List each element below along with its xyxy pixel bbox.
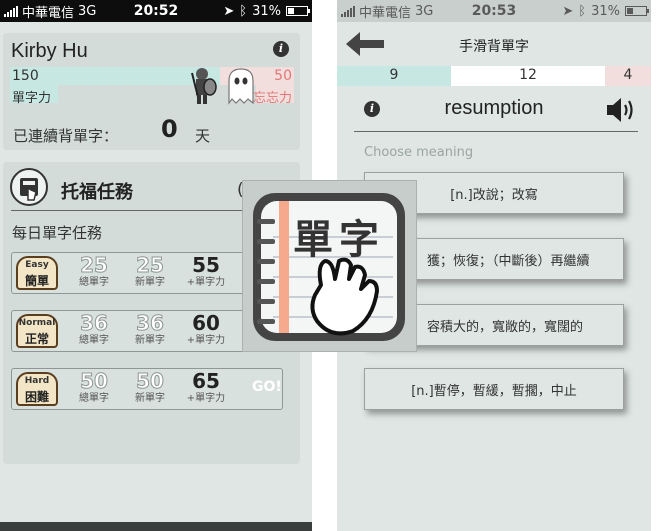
app-icon: 單字 [242, 180, 417, 352]
carrier-label: 中華電信 [22, 5, 75, 21]
power-gain: 55 +單字力 [186, 253, 226, 288]
new-words: 50 新單字 [135, 369, 165, 405]
done-count: 9 [389, 67, 399, 83]
ghost-icon [228, 68, 254, 105]
signal-icon [341, 5, 355, 17]
user-name: Kirby Hu [11, 40, 88, 62]
mission-title: 托福任務 [61, 182, 133, 203]
location-icon: ➤ [562, 3, 574, 19]
bottom-bar [0, 522, 312, 531]
forget-value: 50 [274, 68, 292, 84]
info-icon[interactable]: i [273, 41, 289, 57]
profile-card: Kirby Hu i 150 單字力 50 忘忘力 已連續背單字： 0 天 [3, 33, 300, 150]
status-bar: 中華電信 3G 20:53 ➤ ᛒ 31% [337, 0, 651, 22]
streak-label: 已連續背單字： [13, 127, 119, 145]
vocab-word: resumption [444, 97, 544, 119]
choose-prompt: Choose meaning [364, 145, 474, 160]
power-value: 150 [12, 68, 39, 84]
total-words: 36 總單字 [79, 311, 109, 347]
total-words: 50 總單字 [79, 369, 109, 405]
daily-task-title: 每日單字任務 [12, 224, 103, 242]
speaker-icon[interactable] [605, 96, 637, 124]
forget-label: 忘忘力 [252, 91, 292, 106]
book-tap-icon [10, 168, 48, 206]
new-words: 25 新單字 [135, 253, 165, 289]
battery-icon [625, 6, 649, 16]
streak-unit: 天 [195, 127, 211, 145]
session-progress: 9 12 4 [337, 66, 651, 86]
divider [11, 210, 261, 211]
go-button[interactable]: GO! [252, 379, 282, 395]
bluetooth-icon: ᛒ [239, 3, 248, 19]
power-gain: 65 +單字力 [186, 369, 226, 404]
bread-icon: Hard 困難 [16, 372, 58, 406]
battery-percent: 31% [252, 3, 281, 19]
bread-icon: Normal 正常 [16, 314, 58, 348]
app-icon-text: 單字 [293, 217, 385, 263]
location-icon: ➤ [223, 3, 235, 19]
total-words: 25 總單字 [79, 253, 109, 289]
bread-icon: Easy 簡單 [16, 256, 58, 290]
bluetooth-icon: ᛒ [578, 3, 587, 19]
knight-icon [191, 68, 217, 104]
streak-value: 0 [161, 115, 178, 143]
battery-percent: 31% [591, 3, 620, 19]
nav-bar: 手滑背單字 [337, 22, 651, 66]
power-bar: 150 單字力 50 忘忘力 [10, 67, 294, 106]
network-label: 3G [415, 3, 434, 19]
status-bar: 中華電信 3G 20:52 ➤ ᛒ 31% [0, 0, 312, 22]
network-label: 3G [78, 3, 97, 19]
battery-icon [286, 6, 310, 16]
power-gain: 60 +單字力 [186, 311, 226, 346]
power-label: 單字力 [12, 91, 52, 106]
nav-title: 手滑背單字 [459, 39, 529, 55]
task-hard[interactable]: Hard 困難 50 總單字 50 新單字 65 +單字力 GO! [11, 368, 283, 410]
divider [354, 131, 638, 132]
wrong-count: 4 [623, 67, 633, 83]
signal-icon [4, 5, 18, 17]
remaining-count: 12 [519, 67, 537, 83]
new-words: 36 新單字 [135, 311, 165, 347]
carrier-label: 中華電信 [359, 5, 412, 21]
choice-option-4[interactable]: [n.]暫停，暫緩，暫擱，中止 [364, 368, 624, 410]
